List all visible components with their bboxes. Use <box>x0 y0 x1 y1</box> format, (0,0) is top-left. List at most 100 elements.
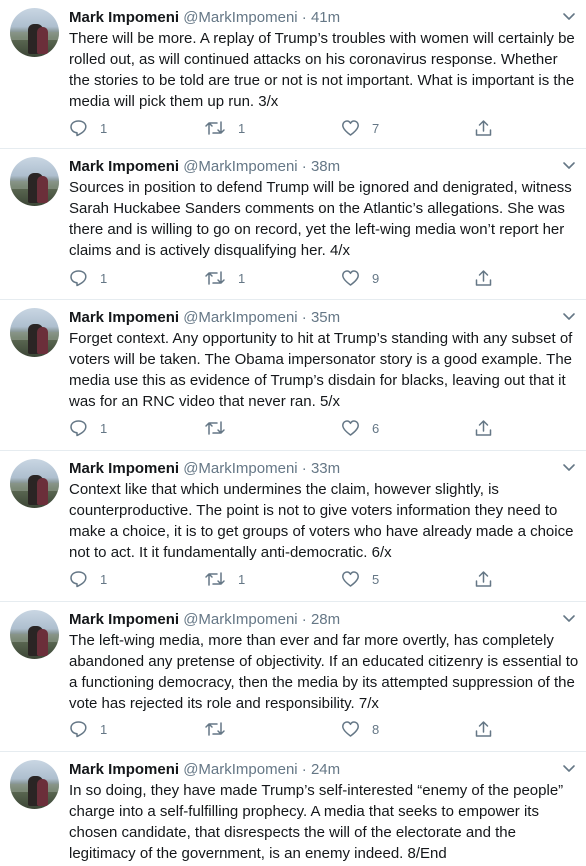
share-button[interactable] <box>474 417 493 439</box>
tweet-header: Mark Impomeni @MarkImpomeni · 35m <box>69 308 546 328</box>
retweet-count: 1 <box>238 120 246 136</box>
chevron-down-icon[interactable] <box>562 764 576 774</box>
avatar[interactable] <box>10 760 59 809</box>
reply-count: 1 <box>100 420 108 436</box>
reply-icon <box>70 120 87 137</box>
chevron-down-icon[interactable] <box>562 161 576 171</box>
reply-icon <box>70 721 87 738</box>
tweet-header: Mark Impomeni @MarkImpomeni · 33m <box>69 459 546 479</box>
like-count: 7 <box>372 120 380 136</box>
like-count: 6 <box>372 420 380 436</box>
timestamp[interactable]: 28m <box>311 611 340 628</box>
tweet-text: The left-wing media, more than ever and … <box>69 632 579 712</box>
tweet[interactable]: Mark Impomeni @MarkImpomeni · 41m There … <box>0 0 586 149</box>
reply-count: 1 <box>100 120 108 136</box>
tweet-actions: 1 1 7 <box>69 117 499 139</box>
author-handle[interactable]: @MarkImpomeni <box>183 611 297 628</box>
chevron-down-icon[interactable] <box>562 614 576 624</box>
retweet-button[interactable]: 1 <box>204 568 245 590</box>
reply-button[interactable]: 1 <box>69 568 107 590</box>
author-name[interactable]: Mark Impomeni <box>69 761 179 778</box>
like-icon <box>342 270 359 286</box>
separator: · <box>301 761 307 778</box>
retweet-button[interactable] <box>204 417 238 439</box>
tweet[interactable]: Mark Impomeni @MarkImpomeni · 33m Contex… <box>0 451 586 602</box>
author-handle[interactable]: @MarkImpomeni <box>183 309 297 326</box>
like-count: 9 <box>372 270 380 286</box>
share-icon <box>475 420 492 436</box>
reply-icon <box>70 571 87 588</box>
separator: · <box>301 9 307 26</box>
tweet-actions: 1 6 <box>69 417 499 439</box>
tweet-header: Mark Impomeni @MarkImpomeni · 38m <box>69 157 546 177</box>
tweet-header: Mark Impomeni @MarkImpomeni · 28m <box>69 610 546 630</box>
like-button[interactable]: 6 <box>341 417 379 439</box>
timestamp[interactable]: 38m <box>311 158 340 175</box>
author-name[interactable]: Mark Impomeni <box>69 309 179 326</box>
timestamp[interactable]: 33m <box>311 460 340 477</box>
reply-button[interactable]: 1 <box>69 417 107 439</box>
like-count: 5 <box>372 571 380 587</box>
tweet[interactable]: Mark Impomeni @MarkImpomeni · 24m In so … <box>0 752 586 866</box>
reply-button[interactable]: 1 <box>69 718 107 740</box>
share-button[interactable] <box>474 267 493 289</box>
tweet-header: Mark Impomeni @MarkImpomeni · 24m <box>69 760 546 780</box>
like-button[interactable]: 7 <box>341 117 379 139</box>
tweet[interactable]: Mark Impomeni @MarkImpomeni · 28m The le… <box>0 602 586 752</box>
author-handle[interactable]: @MarkImpomeni <box>183 761 297 778</box>
reply-button[interactable]: 1 <box>69 267 107 289</box>
avatar[interactable] <box>10 308 59 357</box>
author-name[interactable]: Mark Impomeni <box>69 611 179 628</box>
separator: · <box>301 460 307 477</box>
author-name[interactable]: Mark Impomeni <box>69 9 179 26</box>
author-handle[interactable]: @MarkImpomeni <box>183 158 297 175</box>
author-handle[interactable]: @MarkImpomeni <box>183 9 297 26</box>
tweet-actions: 1 1 5 <box>69 568 499 590</box>
tweet-text: In so doing, they have made Trump’s self… <box>69 782 564 862</box>
share-button[interactable] <box>474 718 493 740</box>
timestamp[interactable]: 24m <box>311 761 340 778</box>
retweet-icon <box>205 271 225 285</box>
like-button[interactable]: 8 <box>341 718 379 740</box>
share-button[interactable] <box>474 568 493 590</box>
share-icon <box>475 270 492 286</box>
separator: · <box>301 611 307 628</box>
retweet-button[interactable]: 1 <box>204 267 245 289</box>
tweet-text: There will be more. A replay of Trump’s … <box>69 30 575 110</box>
avatar[interactable] <box>10 8 59 57</box>
timestamp[interactable]: 41m <box>311 9 340 26</box>
tweet[interactable]: Mark Impomeni @MarkImpomeni · 35m Forget… <box>0 300 586 451</box>
reply-count: 1 <box>100 721 108 737</box>
like-icon <box>342 721 359 737</box>
retweet-button[interactable] <box>204 718 238 740</box>
chevron-down-icon[interactable] <box>562 12 576 22</box>
author-handle[interactable]: @MarkImpomeni <box>183 460 297 477</box>
avatar[interactable] <box>10 459 59 508</box>
chevron-down-icon[interactable] <box>562 463 576 473</box>
reply-icon <box>70 420 87 437</box>
reply-count: 1 <box>100 571 108 587</box>
author-name[interactable]: Mark Impomeni <box>69 158 179 175</box>
reply-icon <box>70 270 87 287</box>
tweet[interactable]: Mark Impomeni @MarkImpomeni · 38m Source… <box>0 149 586 300</box>
like-icon <box>342 120 359 136</box>
share-icon <box>475 721 492 737</box>
like-button[interactable]: 9 <box>341 267 379 289</box>
retweet-button[interactable]: 1 <box>204 117 245 139</box>
share-icon <box>475 120 492 136</box>
tweet-header: Mark Impomeni @MarkImpomeni · 41m <box>69 8 546 28</box>
timestamp[interactable]: 35m <box>311 309 340 326</box>
reply-count: 1 <box>100 270 108 286</box>
retweet-count: 1 <box>238 571 246 587</box>
retweet-icon <box>205 421 225 435</box>
tweet-text: Forget context. Any opportunity to hit a… <box>69 330 573 410</box>
share-button[interactable] <box>474 117 493 139</box>
chevron-down-icon[interactable] <box>562 312 576 322</box>
like-button[interactable]: 5 <box>341 568 379 590</box>
reply-button[interactable]: 1 <box>69 117 107 139</box>
avatar[interactable] <box>10 157 59 206</box>
avatar[interactable] <box>10 610 59 659</box>
tweet-text: Sources in position to defend Trump will… <box>69 179 572 259</box>
tweet-actions: 1 8 <box>69 718 499 740</box>
author-name[interactable]: Mark Impomeni <box>69 460 179 477</box>
